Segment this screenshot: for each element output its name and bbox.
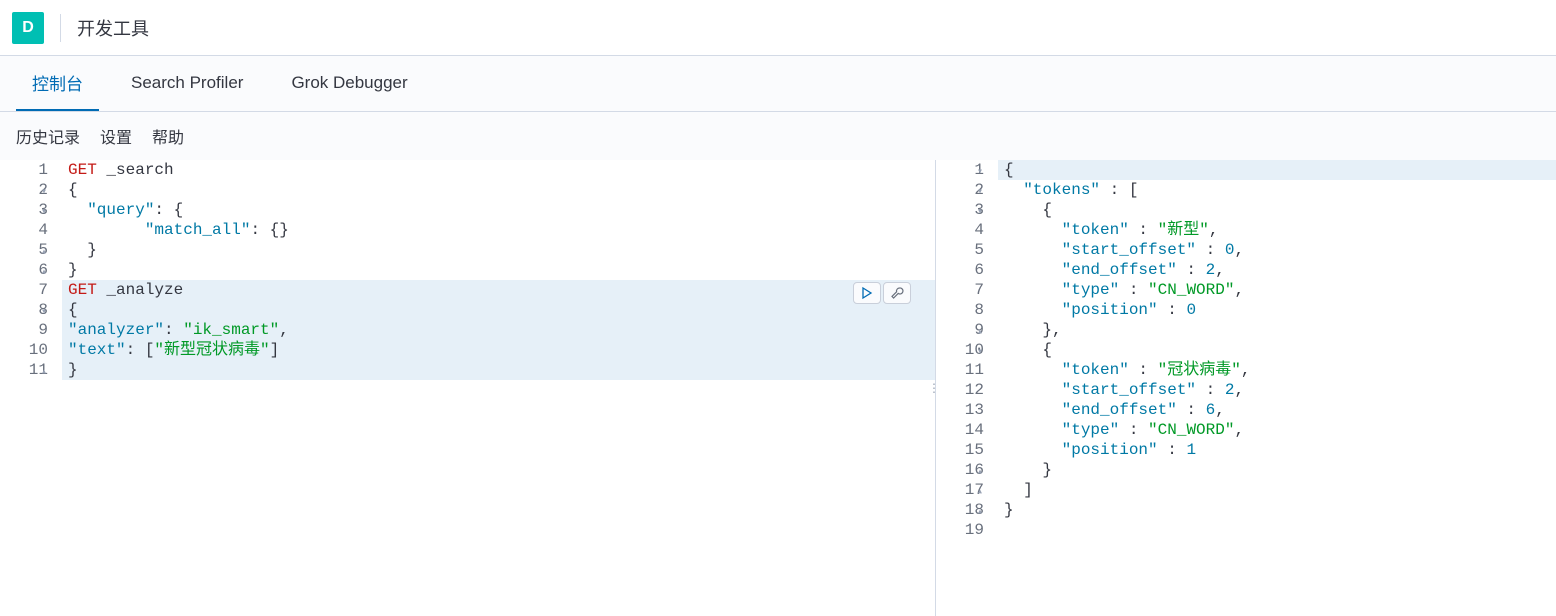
subnav: 历史记录 设置 帮助 xyxy=(0,112,1556,160)
code-line[interactable]: { xyxy=(62,180,935,200)
response-gutter: 1▾2▾3▾456789▴10▾111213141516▴17▴18▴19 xyxy=(936,160,998,616)
gutter-line-number: 15 xyxy=(936,440,984,460)
gutter-line-number: 12 xyxy=(936,380,984,400)
gutter-line-number: 4 xyxy=(0,220,48,240)
code-line[interactable]: GET _search xyxy=(62,160,935,180)
gutter-line-number: 16▴ xyxy=(936,460,984,480)
page-header: D 开发工具 xyxy=(0,0,1556,56)
response-editor[interactable]: 1▾2▾3▾456789▴10▾111213141516▴17▴18▴19 { … xyxy=(936,160,1556,616)
splitter-handle[interactable]: ⋮ xyxy=(928,381,938,395)
request-pane: 12▾3▾45▴6▴78▾91011▴ GET _search{ "query"… xyxy=(0,160,935,616)
gutter-line-number: 4 xyxy=(936,220,984,240)
code-line[interactable]: "analyzer": "ik_smart", xyxy=(62,320,935,340)
gutter-line-number: 5 xyxy=(936,240,984,260)
code-line[interactable]: ] xyxy=(998,480,1556,500)
gutter-line-number: 9 xyxy=(0,320,48,340)
gutter-line-number: 11▴ xyxy=(0,360,48,380)
code-line[interactable]: "end_offset" : 6, xyxy=(998,400,1556,420)
code-line[interactable]: "position" : 1 xyxy=(998,440,1556,460)
code-line[interactable]: "token" : "新型", xyxy=(998,220,1556,240)
fold-toggle[interactable]: ▴ xyxy=(41,363,47,383)
code-line[interactable]: { xyxy=(62,300,935,320)
response-pane: 1▾2▾3▾456789▴10▾111213141516▴17▴18▴19 { … xyxy=(935,160,1556,616)
code-line[interactable]: } xyxy=(998,500,1556,520)
code-line[interactable]: "type" : "CN_WORD", xyxy=(998,280,1556,300)
tab-console[interactable]: 控制台 xyxy=(16,56,99,111)
request-gutter: 12▾3▾45▴6▴78▾91011▴ xyxy=(0,160,62,616)
code-line[interactable]: }, xyxy=(998,320,1556,340)
gutter-line-number: 11 xyxy=(936,360,984,380)
gutter-line-number: 1 xyxy=(0,160,48,180)
subnav-history[interactable]: 历史记录 xyxy=(16,124,80,148)
gutter-line-number: 13 xyxy=(936,400,984,420)
code-line[interactable]: } xyxy=(62,360,935,380)
app-title: 开发工具 xyxy=(77,15,149,41)
gutter-line-number: 6 xyxy=(936,260,984,280)
gutter-line-number: 17▴ xyxy=(936,480,984,500)
gutter-line-number: 8 xyxy=(936,300,984,320)
gutter-line-number: 10 xyxy=(0,340,48,360)
code-line[interactable]: { xyxy=(998,160,1556,180)
tab-search-profiler[interactable]: Search Profiler xyxy=(115,56,259,111)
gutter-line-number: 2▾ xyxy=(936,180,984,200)
wrench-icon xyxy=(890,286,904,300)
gutter-line-number: 6▴ xyxy=(0,260,48,280)
response-code[interactable]: { "tokens" : [ { "token" : "新型", "start_… xyxy=(998,160,1556,616)
code-line[interactable]: "tokens" : [ xyxy=(998,180,1556,200)
code-line[interactable]: "start_offset" : 0, xyxy=(998,240,1556,260)
code-line[interactable]: "end_offset" : 2, xyxy=(998,260,1556,280)
subnav-settings[interactable]: 设置 xyxy=(100,124,132,148)
gutter-line-number: 1▾ xyxy=(936,160,984,180)
request-editor[interactable]: 12▾3▾45▴6▴78▾91011▴ GET _search{ "query"… xyxy=(0,160,935,616)
gutter-line-number: 5▴ xyxy=(0,240,48,260)
panes: 12▾3▾45▴6▴78▾91011▴ GET _search{ "query"… xyxy=(0,160,1556,616)
gutter-line-number: 10▾ xyxy=(936,340,984,360)
gutter-line-number: 2▾ xyxy=(0,180,48,200)
code-line[interactable]: "match_all": {} xyxy=(62,220,935,240)
code-line[interactable]: { xyxy=(998,200,1556,220)
gutter-line-number: 3▾ xyxy=(0,200,48,220)
code-line[interactable]: } xyxy=(998,460,1556,480)
gutter-line-number: 14 xyxy=(936,420,984,440)
gutter-line-number: 3▾ xyxy=(936,200,984,220)
code-line[interactable]: GET _analyze xyxy=(62,280,935,300)
request-code[interactable]: GET _search{ "query": { "match_all": {} … xyxy=(62,160,935,616)
subnav-help[interactable]: 帮助 xyxy=(152,124,184,148)
code-line[interactable]: "text": ["新型冠状病毒"] xyxy=(62,340,935,360)
code-line[interactable]: "token" : "冠状病毒", xyxy=(998,360,1556,380)
code-line[interactable]: } xyxy=(62,240,935,260)
gutter-line-number: 9▴ xyxy=(936,320,984,340)
gutter-line-number: 8▾ xyxy=(0,300,48,320)
options-button[interactable] xyxy=(883,282,911,304)
tabs-bar: 控制台 Search Profiler Grok Debugger xyxy=(0,56,1556,112)
gutter-line-number: 19 xyxy=(936,520,984,540)
run-button[interactable] xyxy=(853,282,881,304)
request-actions xyxy=(853,282,911,304)
code-line[interactable]: "start_offset" : 2, xyxy=(998,380,1556,400)
code-line[interactable]: "position" : 0 xyxy=(998,300,1556,320)
code-line[interactable]: "type" : "CN_WORD", xyxy=(998,420,1556,440)
tab-grok-debugger[interactable]: Grok Debugger xyxy=(275,56,423,111)
app-logo: D xyxy=(12,12,44,44)
code-line[interactable] xyxy=(998,520,1556,540)
gutter-line-number: 7 xyxy=(936,280,984,300)
header-divider xyxy=(60,14,61,42)
code-line[interactable]: { xyxy=(998,340,1556,360)
gutter-line-number: 18▴ xyxy=(936,500,984,520)
gutter-line-number: 7 xyxy=(0,280,48,300)
code-line[interactable]: } xyxy=(62,260,935,280)
play-icon xyxy=(860,286,874,300)
code-line[interactable]: "query": { xyxy=(62,200,935,220)
